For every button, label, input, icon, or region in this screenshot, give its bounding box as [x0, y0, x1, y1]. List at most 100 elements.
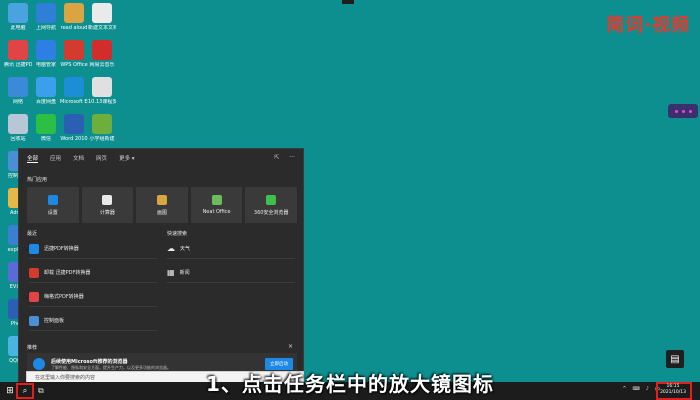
app-icon	[92, 40, 112, 60]
recent-item[interactable]: 迅捷PDF转换器	[29, 239, 157, 259]
recommend-heading: 后续使用Microsoft推荐的浏览器	[51, 358, 128, 365]
desktop-icon[interactable]: 10.13课程安排	[88, 77, 116, 105]
desktop-icon-label: 此电脑	[10, 25, 26, 31]
taskbar: ⊞ ⌕ ⧉ ^ ⌨ ♪ 中 16:15 2021/10/13	[0, 382, 700, 400]
weather-icon: ☁	[167, 244, 175, 253]
task-view-icon[interactable]: ⧉	[38, 386, 44, 396]
keyboard-icon[interactable]: ⌨	[633, 386, 640, 393]
recent-item-label: 迅捷PDF转换器	[44, 246, 79, 252]
recent-title: 最近	[27, 231, 38, 237]
launch-button[interactable]: 立即启动	[265, 358, 293, 370]
desktop-icon-label: 网易云音乐	[89, 62, 115, 68]
desktop-icon-label: 腾讯 迅捷PDF	[4, 62, 32, 68]
desktop-icon[interactable]: Word 2010	[60, 114, 88, 142]
app-icon	[36, 40, 56, 60]
desktop-icon[interactable]: 腾讯 迅捷PDF	[4, 40, 32, 68]
app-icon	[36, 77, 56, 97]
app-icon	[47, 194, 58, 205]
desktop-icon[interactable]: WPS Office	[60, 40, 88, 68]
recent-item-label: 控制面板	[44, 318, 65, 324]
top-app-tile[interactable]: Neat Office	[190, 187, 243, 223]
recent-item-label: 卸载 迅捷PDF转换器	[44, 270, 91, 276]
recent-item-label: 嗨格式PDF转换器	[44, 294, 84, 300]
app-icon	[8, 77, 28, 97]
news-icon: ▦	[167, 268, 175, 277]
top-app-tile[interactable]: 设置	[27, 187, 79, 223]
quick-search-list: ☁ 天气 ▦ 新闻	[167, 239, 295, 287]
desktop-icon-label: Word 2010	[60, 136, 88, 142]
app-icon	[64, 114, 84, 134]
quick-item-label: 新闻	[179, 270, 190, 276]
quick-item-news[interactable]: ▦ 新闻	[167, 263, 295, 283]
tab-more[interactable]: 更多 ▾	[119, 154, 135, 162]
edge-icon	[33, 358, 45, 370]
app-icon	[211, 195, 222, 205]
recent-item[interactable]: 控制面板	[29, 311, 157, 331]
share-icon[interactable]: ⇱	[274, 154, 279, 161]
desktop-icon[interactable]: 小学组新建	[88, 114, 116, 142]
clock[interactable]: 16:15 2021/10/13	[660, 384, 686, 396]
tab-web[interactable]: 网页	[96, 154, 107, 162]
desktop-icon[interactable]: 微信	[32, 114, 60, 142]
desktop-icon[interactable]: 回收站	[4, 114, 32, 142]
tab-apps[interactable]: 应用	[50, 154, 61, 162]
volume-icon[interactable]: ♪	[646, 386, 649, 393]
desktop-icon-label: 微信	[40, 136, 51, 142]
search-icon[interactable]: ⌕	[16, 383, 34, 399]
desktop-icon-label: 小学组新建	[89, 136, 115, 142]
app-icon	[29, 291, 39, 302]
quick-item-weather[interactable]: ☁ 天气	[167, 239, 295, 259]
document-icon[interactable]: ▤	[666, 350, 684, 368]
app-icon	[29, 243, 39, 254]
app-icon	[36, 114, 56, 134]
recent-item[interactable]: 卸载 迅捷PDF转换器	[29, 263, 157, 283]
floating-toolbar-pill[interactable]	[668, 104, 698, 118]
top-apps-row: 设置 计算器 画图 Neat Office 360安全浏览器	[27, 187, 297, 223]
start-button[interactable]: ⊞	[3, 384, 17, 398]
app-icon	[64, 3, 84, 23]
desktop-icon[interactable]: Microsoft Edge	[60, 77, 88, 105]
recent-item[interactable]: 嗨格式PDF转换器	[29, 287, 157, 307]
tab-all[interactable]: 全部	[27, 154, 39, 163]
top-app-label: 画图	[156, 209, 167, 216]
desktop-icon[interactable]: 网络	[4, 77, 32, 105]
desktop-icon-label: 电脑管家	[35, 62, 56, 68]
recommend-title: 推荐	[27, 345, 38, 351]
desktop-icon[interactable]: 新建文本文档	[88, 3, 116, 31]
desktop-icon[interactable]: 此电脑	[4, 3, 32, 31]
recent-list: 迅捷PDF转换器卸载 迅捷PDF转换器 嗨格式PDF转换器 控制面板	[29, 239, 157, 335]
top-app-label: 计算器	[99, 209, 115, 216]
app-icon	[29, 267, 39, 278]
desktop-icon[interactable]: 上网导航	[32, 3, 60, 31]
quick-item-label: 天气	[180, 246, 191, 252]
app-icon	[92, 3, 112, 23]
app-icon	[8, 40, 28, 60]
close-icon[interactable]: ×	[288, 343, 293, 350]
desktop-icon[interactable]: 电脑管家	[32, 40, 60, 68]
desktop-icon-label: 百度网盘	[35, 99, 56, 105]
more-icon[interactable]: ···	[289, 154, 295, 161]
desktop-icon-label: Microsoft Edge	[60, 99, 88, 105]
quick-search-title: 快速搜索	[167, 231, 188, 237]
desktop-icon[interactable]: 网易云音乐	[88, 40, 116, 68]
system-tray: ^ ⌨ ♪ 中	[622, 386, 660, 393]
tray-expand-icon[interactable]: ^	[622, 386, 626, 393]
desktop-icon[interactable]: 百度网盘	[32, 77, 60, 105]
brand-logo: 简词·视频	[606, 15, 690, 36]
top-app-tile[interactable]: 360安全浏览器	[245, 187, 297, 223]
app-icon	[29, 315, 39, 326]
app-icon	[156, 194, 167, 205]
app-icon	[64, 40, 84, 60]
app-icon	[92, 114, 112, 134]
top-indicator	[342, 0, 354, 4]
app-icon	[266, 194, 277, 205]
tab-documents[interactable]: 文档	[73, 154, 84, 162]
top-app-tile[interactable]: 计算器	[81, 187, 134, 223]
desktop-icon-label: 网络	[12, 99, 23, 105]
desktop-icon-label: WPS Office	[60, 62, 88, 68]
app-icon	[8, 114, 28, 134]
desktop-icon-label: 上网导航	[35, 25, 56, 31]
desktop-icon[interactable]: read aloud	[60, 3, 88, 31]
top-app-tile[interactable]: 画图	[136, 187, 188, 223]
top-app-label: 设置	[47, 209, 58, 216]
